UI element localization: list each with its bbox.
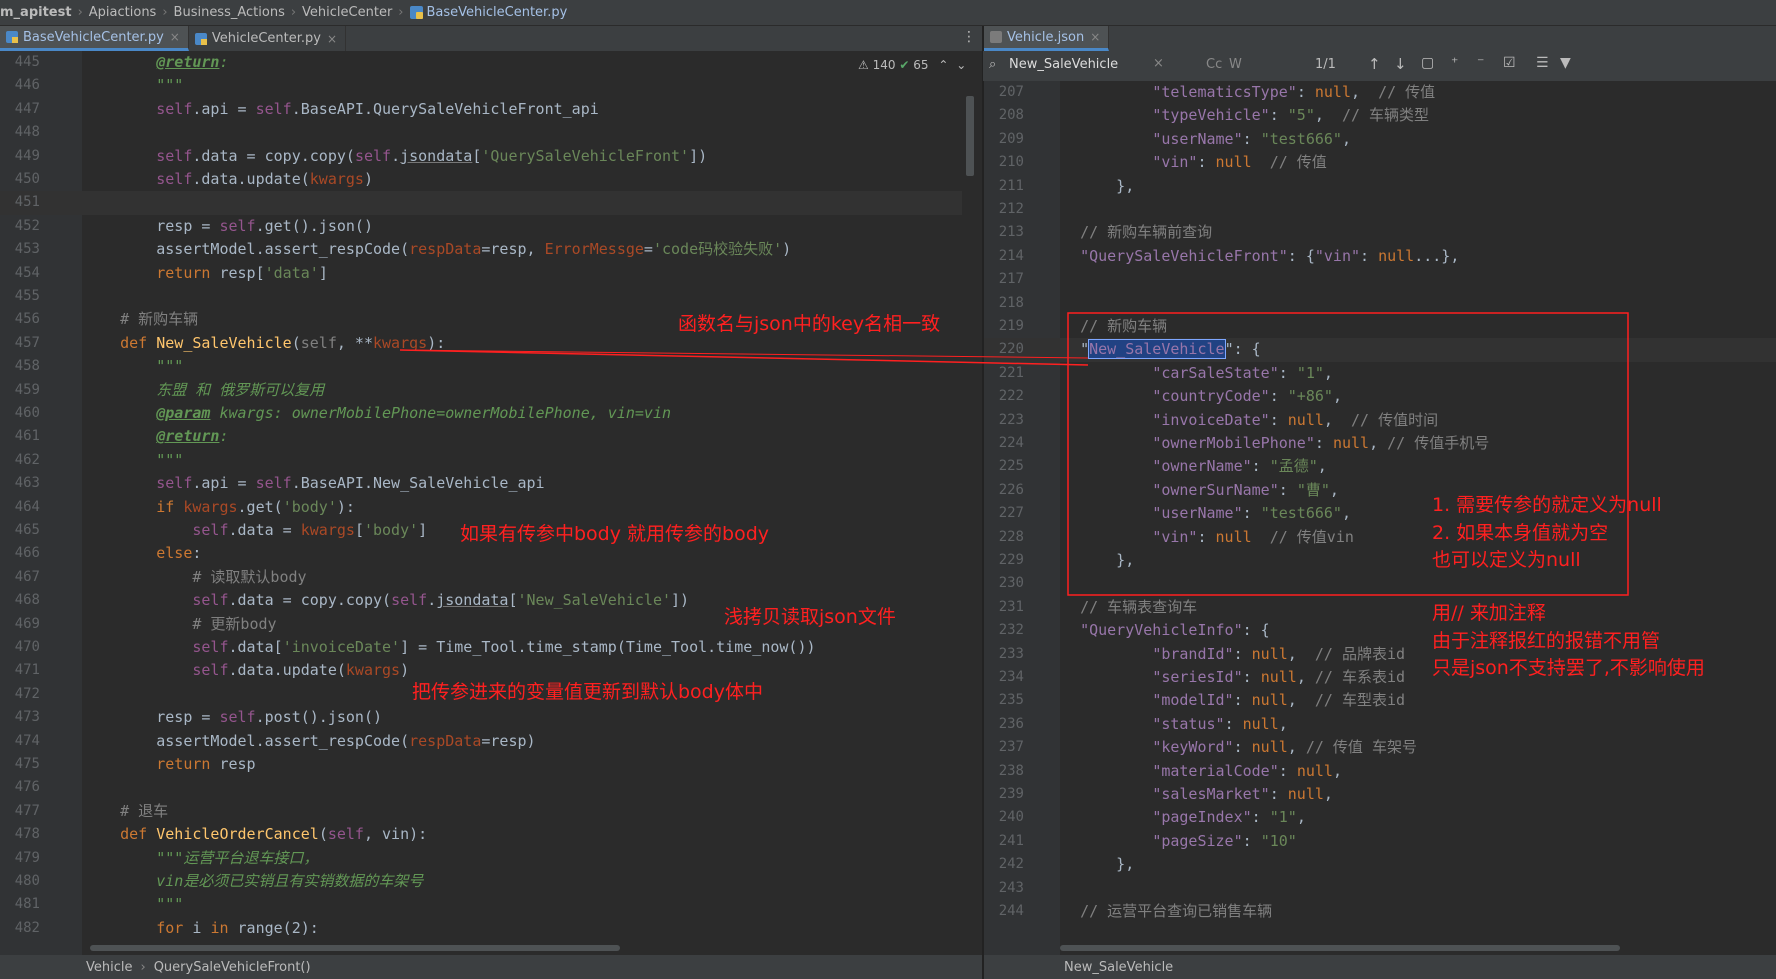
annotation-body-param: 如果有传参中body 就用传参的body	[460, 523, 770, 545]
annotation-arrow-line	[399, 349, 1089, 366]
annotation-shallow-copy: 浅拷贝读取json文件	[724, 606, 896, 628]
annotation-null-3: 也可以定义为null	[1432, 549, 1581, 571]
annotation-null-2: 2. 如果本身值就为空	[1432, 522, 1609, 544]
annotation-comment-1: 用// 来加注释	[1432, 602, 1546, 624]
annotation-function-key: 函数名与json中的key名相一致	[678, 313, 941, 335]
annotation-comment-3: 只是json不支持罢了,不影响使用	[1432, 657, 1705, 679]
annotation-null-1: 1. 需要传参的就定义为null	[1432, 494, 1662, 516]
annotation-update-body: 把传参进来的变量值更新到默认body体中	[412, 681, 763, 703]
annotation-comment-2: 由于注释报红的报错不用管	[1432, 630, 1661, 652]
